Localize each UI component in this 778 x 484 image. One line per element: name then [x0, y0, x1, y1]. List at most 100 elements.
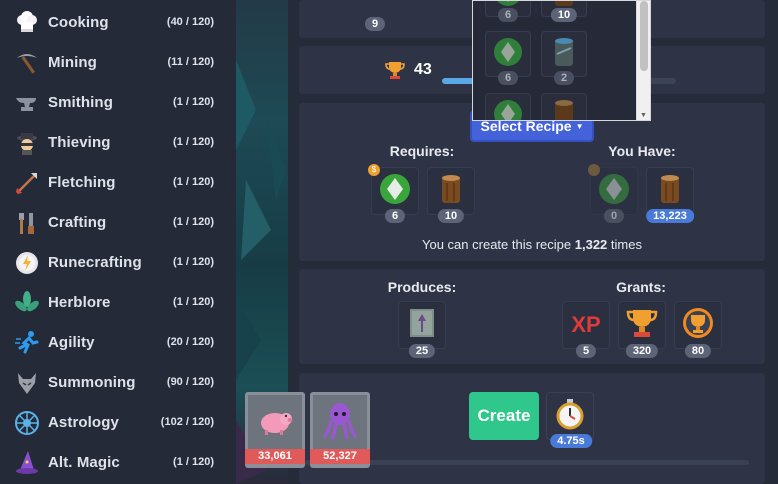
- product-item[interactable]: [398, 301, 446, 349]
- skill-name: Crafting: [48, 214, 107, 231]
- octopus-familiar-icon: [318, 398, 362, 447]
- skill-level: (20 / 120): [166, 336, 214, 348]
- dropdown-option-count: 6: [497, 8, 519, 22]
- pickaxe-icon: [14, 50, 40, 76]
- sidebar-item-alt-magic[interactable]: Alt. Magic (1 / 120): [0, 442, 236, 482]
- grants-label: Grants:: [616, 279, 666, 295]
- tree-tablet-icon: [404, 305, 440, 346]
- skill-level: (1 / 120): [173, 296, 214, 308]
- top-count-badge: 9: [364, 17, 386, 31]
- wizard-hat-icon: [14, 450, 40, 476]
- anvil-icon: [14, 90, 40, 116]
- coin-icon: [588, 164, 600, 176]
- arrow-icon: [14, 170, 40, 196]
- requires-item-log[interactable]: [427, 167, 475, 215]
- produces-label: Produces:: [387, 279, 457, 295]
- dropdown-option-count: 2: [553, 71, 575, 85]
- skill-level: (1 / 120): [173, 256, 214, 268]
- mastery-level: 43: [414, 61, 432, 78]
- skill-name: Cooking: [48, 14, 109, 31]
- pig-familiar-icon: [253, 398, 297, 447]
- skill-name: Thieving: [48, 134, 111, 151]
- skill-level: (1 / 120): [173, 96, 214, 108]
- sidebar-item-mining[interactable]: Mining (11 / 120): [0, 42, 236, 82]
- requires-count: 6: [384, 209, 406, 223]
- tools-icon: [14, 210, 40, 236]
- create-msg-count: 1,322: [574, 237, 608, 252]
- grant-mastery-count: 320: [625, 344, 659, 358]
- star-wheel-icon: [14, 410, 40, 436]
- action-timer: [546, 392, 594, 440]
- skill-name: Smithing: [48, 94, 113, 111]
- skill-level: (1 / 120): [173, 176, 214, 188]
- sidebar-item-runecrafting[interactable]: Runecrafting (1 / 120): [0, 242, 236, 282]
- sidebar-item-crafting[interactable]: Crafting (1 / 120): [0, 202, 236, 242]
- pool-trophy-icon: [680, 305, 716, 346]
- skill-level: (40 / 120): [166, 16, 214, 28]
- dropdown-scrollbar-thumb[interactable]: [640, 1, 648, 71]
- skill-level: (1 / 120): [173, 136, 214, 148]
- create-msg-prefix: You can create this recipe: [422, 237, 572, 252]
- bank-item-octopus[interactable]: 52,327: [310, 392, 370, 468]
- bank-item-pig[interactable]: 33,061: [245, 392, 305, 468]
- action-progress-track: [305, 460, 749, 465]
- grant-xp: XP: [562, 301, 610, 349]
- skill-level: (90 / 120): [166, 376, 214, 388]
- sidebar-item-astrology[interactable]: Astrology (102 / 120): [0, 402, 236, 442]
- skill-name: Alt. Magic: [48, 454, 120, 471]
- skill-name: Herblore: [48, 294, 111, 311]
- bank-item-frame: [248, 395, 302, 449]
- wolf-icon: [14, 370, 40, 396]
- scroll-down-arrow-icon[interactable]: ▼: [640, 112, 647, 119]
- create-button[interactable]: Create: [469, 392, 539, 440]
- skill-level: (102 / 120): [160, 416, 214, 428]
- trophy-icon: [624, 305, 660, 346]
- grant-xp-count: 5: [575, 344, 597, 358]
- grant-pool-count: 80: [684, 344, 712, 358]
- skill-sidebar: Cooking (40 / 120) Mining (11 / 120) Smi…: [0, 0, 236, 484]
- log-icon: [546, 96, 582, 120]
- sidebar-item-summoning[interactable]: Summoning (90 / 120): [0, 362, 236, 402]
- xp-icon: XP: [571, 312, 601, 337]
- green-gem-icon: [490, 96, 526, 120]
- sidebar-item-herblore[interactable]: Herblore (1 / 120): [0, 282, 236, 322]
- green-gem-icon: [490, 34, 526, 75]
- skill-name: Astrology: [48, 414, 119, 431]
- stopwatch-icon: [552, 396, 588, 437]
- sidebar-item-cooking[interactable]: Cooking (40 / 120): [0, 2, 236, 42]
- dropdown-option-count: 6: [497, 71, 519, 85]
- grant-mastery: [618, 301, 666, 349]
- log-icon: [652, 171, 688, 212]
- dropdown-scrollbar[interactable]: ▼: [636, 1, 650, 120]
- recipe-dropdown-menu: 6 10 6 2 ▼: [472, 0, 651, 121]
- create-msg-suffix: times: [610, 237, 642, 252]
- skill-level: (1 / 120): [173, 456, 214, 468]
- sidebar-item-smithing[interactable]: Smithing (1 / 120): [0, 82, 236, 122]
- bank-item-frame: [313, 395, 367, 449]
- dropdown-option[interactable]: [485, 93, 531, 120]
- bank-count: 52,327: [310, 449, 370, 464]
- caret-down-icon: ▼: [575, 121, 584, 131]
- skill-name: Mining: [48, 54, 97, 71]
- herb-leaf-icon: [14, 290, 40, 316]
- have-item-log[interactable]: [646, 167, 694, 215]
- sidebar-item-thieving[interactable]: Thieving (1 / 120): [0, 122, 236, 162]
- chef-hat-icon: [14, 10, 40, 36]
- coin-icon: $: [368, 164, 380, 176]
- skill-name: Summoning: [48, 374, 136, 391]
- create-count-message: You can create this recipe 1,322 times: [422, 237, 642, 252]
- sidebar-item-fletching[interactable]: Fletching (1 / 120): [0, 162, 236, 202]
- product-count: 25: [408, 344, 436, 358]
- dropdown-option[interactable]: [541, 93, 587, 120]
- skill-name: Runecrafting: [48, 254, 142, 271]
- dropdown-option-count: 10: [550, 8, 578, 22]
- have-count: 0: [603, 209, 625, 223]
- blue-log-icon: [546, 34, 582, 75]
- running-man-icon: [14, 330, 40, 356]
- green-gem-icon: [596, 171, 632, 212]
- trophy-icon: [385, 60, 405, 80]
- skill-name: Agility: [48, 334, 95, 351]
- you-have-label: You Have:: [608, 143, 676, 159]
- log-icon: [433, 171, 469, 212]
- sidebar-item-agility[interactable]: Agility (20 / 120): [0, 322, 236, 362]
